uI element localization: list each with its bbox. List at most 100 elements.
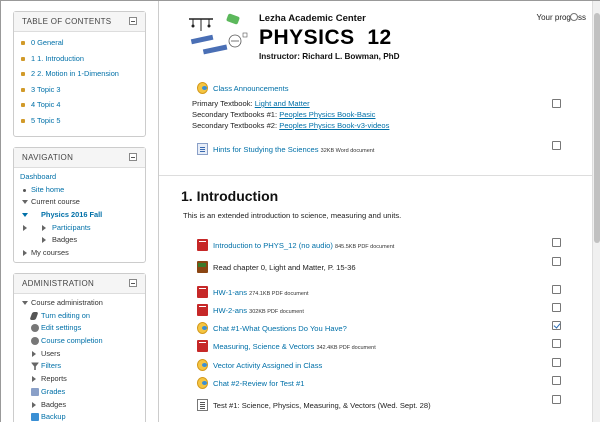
- completion-checkbox-checked[interactable]: [552, 321, 561, 330]
- admin-edit-settings: Edit settings: [20, 322, 139, 335]
- toc-link[interactable]: 4 Topic 4: [31, 100, 60, 109]
- administration-title: ADMINISTRATION: [22, 279, 95, 288]
- pdf-icon: [197, 286, 208, 298]
- hints-link[interactable]: Hints for Studying the Sciences: [213, 145, 319, 154]
- completion-checkbox[interactable]: [552, 358, 561, 367]
- pdf-icon: [197, 304, 208, 316]
- navigation-title: NAVIGATION: [22, 153, 74, 162]
- toc-item: 5 Topic 5: [20, 113, 139, 129]
- collapse-icon[interactable]: [129, 279, 137, 287]
- activity-link[interactable]: HW-1-ans: [213, 288, 247, 297]
- activity-label: Test #1: Science, Physics, Measuring, & …: [213, 401, 431, 410]
- toc-title: TABLE OF CONTENTS: [22, 17, 112, 26]
- scrollbar-thumb[interactable]: [594, 13, 600, 243]
- navigation-block: NAVIGATION Dashboard Site home Current c…: [13, 147, 146, 263]
- help-icon[interactable]: [570, 13, 578, 21]
- administration-block: ADMINISTRATION Course administration Tur…: [13, 273, 146, 422]
- toc-link[interactable]: 1 1. Introduction: [31, 54, 84, 63]
- word-document-icon: [197, 143, 208, 155]
- admin-turn-editing-on: Turn editing on: [20, 310, 139, 323]
- secondary-textbook-2-link[interactable]: Peoples Physics Book-v3-videos: [279, 121, 389, 130]
- completion-checkbox[interactable]: [552, 99, 561, 108]
- admin-grades: Grades: [20, 386, 139, 399]
- completion-checkbox[interactable]: [552, 141, 561, 150]
- admin-reports: Reports: [20, 373, 139, 386]
- activity-label: Read chapter 0, Light and Matter, P. 15-…: [213, 263, 356, 272]
- completion-checkbox[interactable]: [552, 339, 561, 348]
- chevron-right-icon: [32, 350, 36, 357]
- admin-course-completion: Course completion: [20, 335, 139, 348]
- activity-link[interactable]: HW-2-ans: [213, 306, 247, 315]
- administration-tree: Course administration Turn editing on Ed…: [14, 294, 145, 422]
- toc-item: 4 Topic 4: [20, 97, 139, 113]
- filter-icon: [31, 362, 39, 371]
- administration-header: ADMINISTRATION: [14, 274, 145, 294]
- secondary-textbook-1-link[interactable]: Peoples Physics Book-Basic: [279, 110, 375, 119]
- toc-link[interactable]: 2 2. Motion in 1-Dimension: [31, 69, 119, 78]
- toc-link[interactable]: 5 Topic 5: [31, 116, 60, 125]
- toc-link[interactable]: 0 General: [31, 38, 63, 47]
- course-header: Lezha Academic Center PHYSICS 12 Instruc…: [187, 9, 587, 69]
- pdf-icon: [197, 340, 208, 352]
- collapse-icon[interactable]: [129, 153, 137, 161]
- toc-header: TABLE OF CONTENTS: [14, 12, 145, 32]
- nav-participants: Participants: [20, 222, 139, 235]
- browser-page: TABLE OF CONTENTS 0 General 1 1. Introdu…: [0, 0, 600, 422]
- admin-filters: Filters: [20, 360, 139, 373]
- page-icon: [197, 399, 208, 411]
- completion-checkbox[interactable]: [552, 395, 561, 404]
- chat-icon: [197, 322, 208, 334]
- navigation-header: NAVIGATION: [14, 148, 145, 168]
- section-heading: 1. Introduction: [181, 188, 279, 204]
- grades-icon: [31, 387, 39, 396]
- forum-icon: [197, 82, 208, 94]
- left-column: TABLE OF CONTENTS 0 General 1 1. Introdu…: [13, 11, 146, 422]
- activity-link[interactable]: Chat #2-Review for Test #1: [213, 379, 304, 388]
- activity-link[interactable]: Measuring, Science & Vectors: [213, 342, 314, 351]
- nav-course: Physics 2016 Fall: [20, 209, 139, 222]
- chat-icon: [197, 377, 208, 389]
- completion-checkbox[interactable]: [552, 303, 561, 312]
- pdf-icon: [197, 239, 208, 251]
- section-divider: [159, 175, 593, 176]
- backup-icon: [31, 413, 39, 422]
- gear-icon: [31, 324, 39, 333]
- section-summary: This is an extended introduction to scie…: [183, 211, 402, 220]
- toc-link[interactable]: 3 Topic 3: [31, 85, 60, 94]
- chevron-right-icon: [32, 401, 36, 408]
- progress-label: Your progress: [536, 13, 586, 22]
- primary-textbook: Primary Textbook: Light and Matter: [192, 99, 310, 108]
- pencil-icon: [29, 311, 39, 320]
- secondary-textbook-1: Secondary Textbooks #1: Peoples Physics …: [192, 110, 376, 119]
- completion-checkbox[interactable]: [552, 376, 561, 385]
- secondary-textbook-2: Secondary Textbooks #2: Peoples Physics …: [192, 121, 390, 130]
- activity-link[interactable]: Vector Activity Assigned in Class: [213, 361, 322, 370]
- course-title: PHYSICS 12: [259, 26, 392, 49]
- book-icon: [197, 261, 208, 273]
- toc-item: 1 1. Introduction: [20, 51, 139, 67]
- admin-users: Users: [20, 348, 139, 361]
- nav-my-courses: My courses: [20, 247, 139, 260]
- activity-link[interactable]: Introduction to PHYS_12 (no audio): [213, 241, 333, 250]
- vertical-scrollbar[interactable]: [592, 1, 600, 422]
- admin-backup: Backup: [20, 411, 139, 422]
- nav-site-home: Site home: [20, 184, 139, 197]
- toc-item: 3 Topic 3: [20, 82, 139, 98]
- admin-course-administration: Course administration: [20, 297, 139, 310]
- assignment-icon: [197, 359, 208, 371]
- chevron-right-icon: [32, 376, 36, 383]
- navigation-tree: Dashboard Site home Current course Physi…: [14, 168, 145, 266]
- primary-textbook-link[interactable]: Light and Matter: [255, 99, 310, 108]
- completion-checkbox[interactable]: [552, 238, 561, 247]
- completion-checkbox[interactable]: [552, 285, 561, 294]
- announcements-link[interactable]: Class Announcements: [213, 84, 289, 93]
- center-name: Lezha Academic Center: [259, 13, 366, 24]
- completion-checkbox[interactable]: [552, 257, 561, 266]
- activity-link[interactable]: Chat #1-What Questions Do You Have?: [213, 324, 347, 333]
- nav-badges: Badges: [20, 234, 139, 247]
- nav-dashboard: Dashboard: [20, 172, 57, 181]
- toc-list: 0 General 1 1. Introduction 2 2. Motion …: [14, 32, 145, 132]
- physics-diagram-logo: [189, 13, 248, 55]
- admin-badges: Badges: [20, 399, 139, 412]
- collapse-icon[interactable]: [129, 17, 137, 25]
